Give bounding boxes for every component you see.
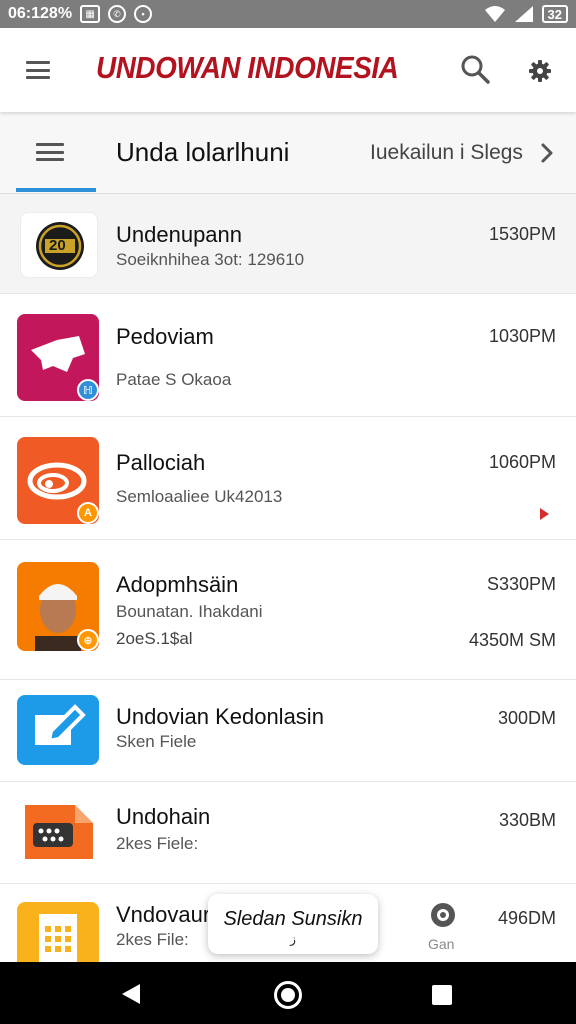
row-subtitle: 2kes File:: [116, 930, 189, 949]
avatar: [17, 695, 99, 765]
row-subtitle: Semloaaliee Uk42013: [116, 487, 283, 506]
toast-text: Sledan Sunsikn: [223, 908, 363, 930]
badge-icon: A: [77, 502, 99, 524]
toast-popup[interactable]: Sledan Sunsikn ز: [208, 894, 378, 954]
home-icon[interactable]: [274, 981, 302, 1009]
avatar: ℍ: [17, 314, 99, 401]
row-name: Vndovaur: [116, 902, 211, 927]
tab-menu-icon[interactable]: [36, 143, 64, 161]
edit-icon: [35, 704, 86, 745]
back-icon[interactable]: [120, 982, 142, 1006]
document-icon: [25, 805, 93, 859]
row-time: 1530PM: [488, 224, 556, 244]
calendar-icon: ▦: [80, 5, 101, 23]
battery-level: 32: [547, 6, 562, 22]
list-item[interactable]: Undovian Kedonlasin Sken Fiele 300DM: [0, 680, 576, 782]
avatar: A: [17, 437, 99, 524]
wifi-icon: [484, 6, 505, 22]
row-name: Pedoviam: [116, 324, 214, 349]
row-name: Pallociah: [116, 450, 206, 475]
avatar-label: 20: [49, 237, 66, 254]
app-bar: UNDOWAN INDONESIA: [0, 28, 576, 112]
avatar: [17, 902, 99, 962]
list-item[interactable]: Undohain 2kes Fiele: 330BM: [0, 782, 576, 884]
row-time: 496DM: [497, 908, 556, 928]
calculator-icon: [39, 914, 77, 962]
tab-title[interactable]: Unda lolarlhuni: [116, 137, 289, 168]
tab-bar: Unda lolarlhuni Iuekailun i Slegs: [0, 112, 576, 194]
list-item[interactable]: ⊕ Adopmhsäin Bounatan. Ihakdani 2oeS.1$a…: [0, 540, 576, 680]
status-time: 06:128%: [8, 5, 73, 22]
row-subtitle: 2kes Fiele:: [116, 834, 199, 853]
row-time: 330BM: [498, 810, 556, 830]
whatsapp-icon: ✆: [108, 5, 127, 23]
row-subtitle: Patae S Okaoa: [116, 370, 232, 389]
tab-indicator: [16, 188, 96, 192]
list-item[interactable]: A Pallociah Semloaaliee Uk42013 1060PM: [0, 417, 576, 540]
tab-secondary[interactable]: Iuekailun i Slegs: [370, 141, 523, 165]
play-arrow-icon[interactable]: [538, 507, 550, 521]
recent-apps-icon[interactable]: [432, 985, 452, 1005]
status-bar: 06:128% ▦ ✆ • 32: [0, 0, 576, 28]
avatar: 20: [20, 212, 98, 278]
row-time: 1060PM: [488, 452, 556, 472]
row-subtitle-2: 2oeS.1$al: [116, 629, 193, 648]
gear-icon[interactable]: [528, 59, 552, 83]
avatar: ⊕: [17, 562, 99, 651]
avatar: [17, 797, 99, 867]
status-right: 32: [484, 5, 568, 23]
badge-icon: ℍ: [77, 379, 99, 401]
list-item[interactable]: ℍ Pedoviam Patae S Okaoa 1030PM: [0, 294, 576, 417]
row-name: Undenupann: [116, 222, 243, 247]
row-name: Adopmhsäin: [116, 572, 239, 597]
row-name: Undovian Kedonlasin: [116, 704, 324, 729]
camera-icon[interactable]: [428, 900, 458, 930]
list-item[interactable]: 20 Undenupann Soeiknhihea 3ot: 129610 15…: [0, 194, 576, 294]
row-time: 300DM: [497, 708, 556, 728]
row-extra: 4350M SM: [468, 630, 556, 650]
search-icon[interactable]: [460, 54, 490, 84]
notification-icon: •: [134, 5, 153, 23]
row-time: S330PM: [486, 574, 556, 594]
row-subtitle: Bounatan. Ihakdani: [116, 602, 263, 621]
app-title: UNDOWAN INDONESIA: [96, 50, 399, 85]
toast-subtext: ز: [290, 932, 296, 946]
battery-icon: 32: [541, 5, 568, 23]
row-subtitle: Soeiknhihea 3ot: 129610: [116, 250, 305, 269]
row-time: 1030PM: [488, 326, 556, 346]
camera-label: Gan: [428, 936, 455, 952]
badge-icon: ⊕: [77, 629, 99, 651]
status-left: 06:128% ▦ ✆ •: [8, 5, 153, 23]
row-subtitle: Sken Fiele: [116, 732, 197, 751]
system-nav-bar: [0, 962, 576, 1024]
row-name: Undohain: [116, 804, 211, 829]
chevron-right-icon[interactable]: [540, 142, 554, 164]
signal-icon: [514, 6, 533, 22]
menu-icon[interactable]: [26, 61, 50, 79]
